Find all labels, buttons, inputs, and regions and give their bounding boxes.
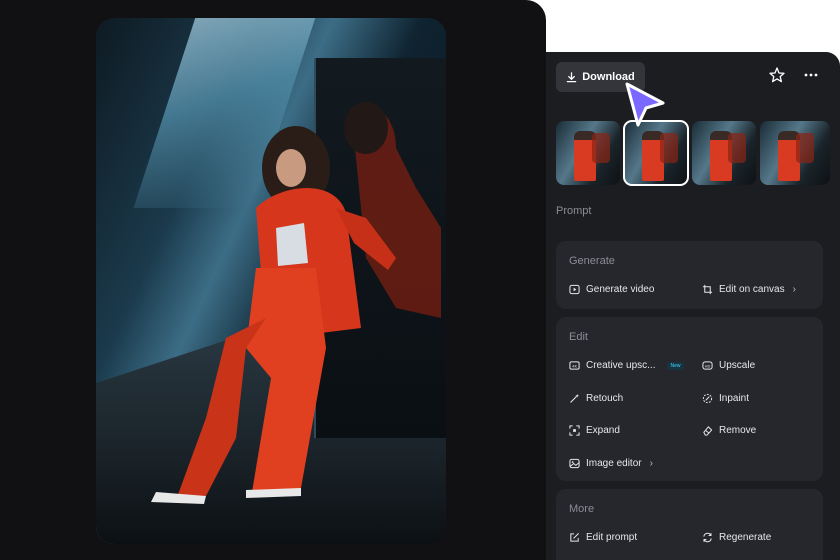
magic-wand-icon xyxy=(570,393,580,403)
upscale-label: Upscale xyxy=(719,360,756,371)
download-icon xyxy=(566,71,577,82)
regenerate-icon xyxy=(703,532,712,543)
svg-text:HD: HD xyxy=(705,364,711,368)
more-card: More Edit prompt Regenerate xyxy=(556,489,823,560)
edit-prompt-label: Edit prompt xyxy=(586,532,638,543)
variation-thumbnails xyxy=(556,120,830,186)
inpaint-icon xyxy=(702,393,713,404)
image-editor-button[interactable]: Image editor › xyxy=(569,458,653,469)
inpaint-label: Inpaint xyxy=(719,393,750,404)
remove-button[interactable]: Remove xyxy=(702,425,756,436)
expand-label: Expand xyxy=(586,425,620,436)
more-icon[interactable] xyxy=(802,66,820,84)
generate-card: Generate Generate video Edit on canvas › xyxy=(556,241,823,309)
creative-upscale-label: Creative upsc... xyxy=(586,360,656,371)
thumbnail-3[interactable] xyxy=(692,121,756,185)
cursor-pointer-icon xyxy=(625,82,665,127)
crop-icon xyxy=(702,284,713,295)
regenerate-label: Regenerate xyxy=(719,532,772,543)
model-figure xyxy=(151,102,441,504)
edit-prompt-button[interactable]: Edit prompt xyxy=(569,532,637,543)
upscale-button[interactable]: HD Upscale xyxy=(702,360,755,371)
edit-card: Edit 4K Creative upsc... New HD Upscale … xyxy=(556,317,823,481)
generate-video-button[interactable]: Generate video xyxy=(569,284,654,295)
generate-title: Generate xyxy=(569,255,615,267)
retouch-button[interactable]: Retouch xyxy=(569,393,623,404)
chevron-right-icon: › xyxy=(792,284,796,295)
svg-text:4K: 4K xyxy=(572,364,577,368)
creative-upscale-icon: 4K xyxy=(569,361,580,370)
inpaint-button[interactable]: Inpaint xyxy=(702,393,749,404)
creative-upscale-button[interactable]: 4K Creative upsc... New xyxy=(569,360,684,371)
thumbnail-1[interactable] xyxy=(556,121,620,185)
actions-panel: Download Prompt Generate Generate video … xyxy=(546,52,840,560)
edit-title: Edit xyxy=(569,331,588,343)
edit-on-canvas-button[interactable]: Edit on canvas › xyxy=(702,284,796,295)
more-title: More xyxy=(569,503,595,515)
prompt-label: Prompt xyxy=(556,205,592,217)
expand-button[interactable]: Expand xyxy=(569,425,620,436)
retouch-label: Retouch xyxy=(586,393,624,404)
generated-image[interactable] xyxy=(96,18,446,544)
edit-prompt-icon xyxy=(570,533,579,542)
thumbnail-4[interactable] xyxy=(760,121,830,185)
regenerate-button[interactable]: Regenerate xyxy=(702,532,771,543)
expand-icon xyxy=(569,425,580,436)
new-badge: New xyxy=(667,361,684,370)
image-icon xyxy=(569,458,580,469)
video-icon xyxy=(569,284,580,295)
upscale-icon: HD xyxy=(702,361,713,370)
edit-on-canvas-label: Edit on canvas xyxy=(719,284,785,295)
chevron-right-icon: › xyxy=(649,458,653,469)
thumbnail-2[interactable] xyxy=(623,120,689,186)
eraser-icon xyxy=(703,426,713,436)
generate-video-label: Generate video xyxy=(586,284,655,295)
star-icon[interactable] xyxy=(768,66,786,84)
image-editor-label: Image editor xyxy=(586,458,642,469)
image-stage xyxy=(0,0,546,560)
remove-label: Remove xyxy=(719,425,757,436)
